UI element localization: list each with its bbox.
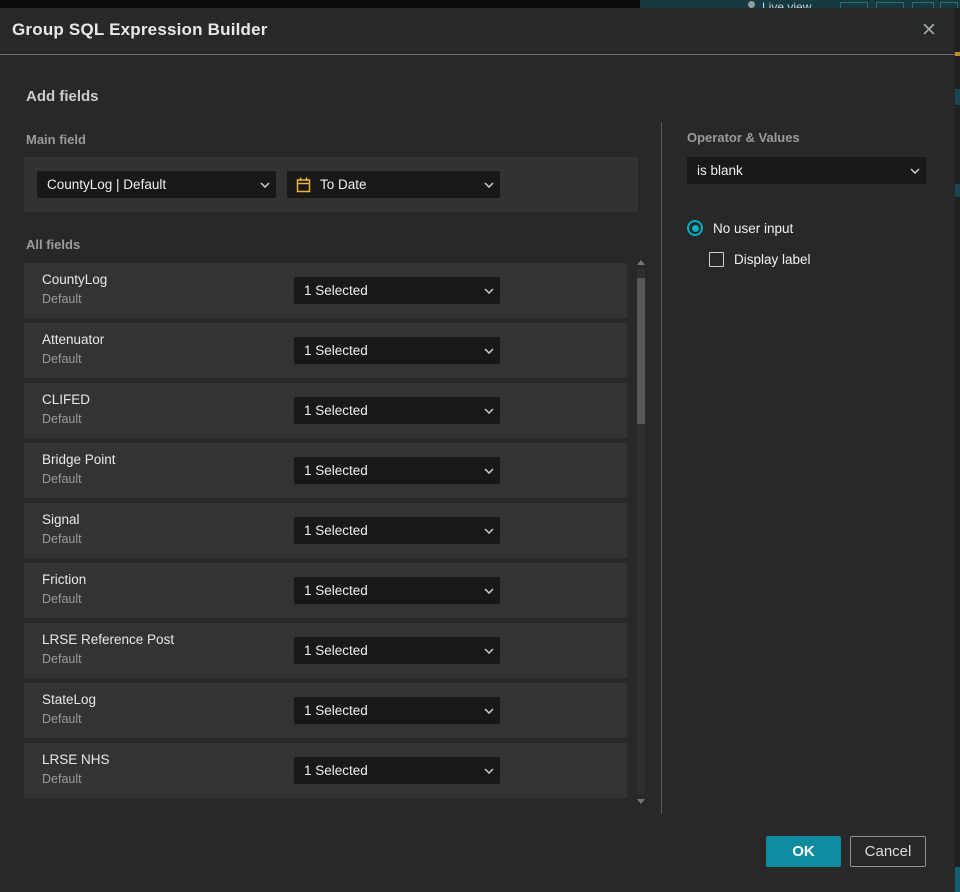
field-name: Friction [42, 572, 87, 587]
field-source: Default [42, 412, 82, 426]
scrollbar-thumb[interactable] [637, 278, 645, 424]
main-field-type-value: To Date [320, 177, 367, 192]
field-row: LRSE Reference Post Default 1 Selected [24, 623, 627, 678]
field-name: Bridge Point [42, 452, 116, 467]
background-teal-block [955, 867, 960, 892]
chevron-down-icon [478, 647, 500, 654]
field-selection-select[interactable]: 1 Selected [294, 397, 500, 424]
calendar-icon [287, 177, 311, 193]
chevron-down-icon [478, 347, 500, 354]
chevron-down-icon [478, 181, 500, 188]
background-teal-block [955, 184, 960, 197]
field-selection-value: 1 Selected [304, 343, 368, 358]
group-sql-expression-builder-dialog: Group SQL Expression Builder ✕ Add field… [0, 8, 955, 892]
chevron-down-icon [478, 407, 500, 414]
add-fields-heading: Add fields [26, 88, 99, 105]
no-user-input-label: No user input [713, 220, 794, 236]
chevron-down-icon [478, 767, 500, 774]
field-row: Attenuator Default 1 Selected [24, 323, 627, 378]
radio-dot-icon [691, 224, 699, 232]
field-row: CLIFED Default 1 Selected [24, 383, 627, 438]
background-toolbar: Live view [640, 0, 960, 8]
close-icon[interactable]: ✕ [917, 18, 941, 42]
field-row: LRSE NHS Default 1 Selected [24, 743, 627, 798]
field-selection-select[interactable]: 1 Selected [294, 637, 500, 664]
field-source: Default [42, 472, 82, 486]
field-selection-value: 1 Selected [304, 583, 368, 598]
field-name: CountyLog [42, 272, 108, 287]
field-row: Bridge Point Default 1 Selected [24, 443, 627, 498]
background-teal-block [955, 89, 960, 105]
field-selection-value: 1 Selected [304, 703, 368, 718]
field-selection-select[interactable]: 1 Selected [294, 757, 500, 784]
field-selection-select[interactable]: 1 Selected [294, 577, 500, 604]
live-view-label: Live view [762, 0, 812, 8]
chevron-down-icon [478, 587, 500, 594]
checkbox-icon [709, 252, 724, 267]
chevron-down-icon [478, 287, 500, 294]
field-name: Signal [42, 512, 80, 527]
main-field-select-value: CountyLog | Default [47, 177, 167, 192]
operator-select[interactable]: is blank [687, 157, 926, 184]
field-row: StateLog Default 1 Selected [24, 683, 627, 738]
operator-values-label: Operator & Values [687, 130, 800, 145]
chevron-down-icon [478, 707, 500, 714]
field-row: Friction Default 1 Selected [24, 563, 627, 618]
chevron-down-icon [478, 467, 500, 474]
display-label-label: Display label [734, 252, 811, 267]
field-selection-select[interactable]: 1 Selected [294, 277, 500, 304]
field-source: Default [42, 712, 82, 726]
dialog-header: Group SQL Expression Builder ✕ [0, 8, 955, 55]
field-name: Attenuator [42, 332, 105, 347]
all-fields-list: CountyLog Default 1 Selected Attenuator … [24, 263, 627, 803]
ok-button[interactable]: OK [766, 836, 841, 867]
fields-scrollbar [636, 258, 646, 804]
field-selection-value: 1 Selected [304, 463, 368, 478]
field-selection-value: 1 Selected [304, 643, 368, 658]
field-source: Default [42, 352, 82, 366]
chevron-down-icon [904, 167, 926, 174]
field-selection-value: 1 Selected [304, 763, 368, 778]
field-source: Default [42, 772, 82, 786]
field-selection-value: 1 Selected [304, 523, 368, 538]
field-selection-select[interactable]: 1 Selected [294, 457, 500, 484]
main-field-container: CountyLog | Default To Date [24, 157, 638, 212]
screen: Live view Group SQL Expression Builder ✕… [0, 0, 960, 892]
scroll-down-icon[interactable] [637, 799, 645, 804]
display-label-checkbox[interactable]: Display label [709, 252, 811, 267]
field-name: LRSE Reference Post [42, 632, 175, 647]
scroll-up-icon[interactable] [637, 260, 645, 265]
main-field-label: Main field [26, 132, 86, 147]
operator-select-value: is blank [697, 163, 743, 178]
all-fields-label: All fields [26, 237, 81, 252]
field-source: Default [42, 532, 82, 546]
field-row: CountyLog Default 1 Selected [24, 263, 627, 318]
field-name: LRSE NHS [42, 752, 110, 767]
radio-icon [687, 220, 703, 236]
cancel-button[interactable]: Cancel [850, 836, 926, 867]
background-toolbar-strip: Live view [0, 0, 960, 8]
panel-divider [661, 122, 662, 814]
main-field-type-select[interactable]: To Date [287, 171, 500, 198]
dialog-title: Group SQL Expression Builder [12, 20, 268, 39]
chevron-down-icon [478, 527, 500, 534]
field-name: StateLog [42, 692, 97, 707]
field-source: Default [42, 592, 82, 606]
field-selection-value: 1 Selected [304, 283, 368, 298]
field-name: CLIFED [42, 392, 91, 407]
field-selection-select[interactable]: 1 Selected [294, 517, 500, 544]
no-user-input-radio[interactable]: No user input [687, 220, 793, 236]
background-right-sliver [955, 8, 960, 892]
chevron-down-icon [254, 181, 276, 188]
field-selection-value: 1 Selected [304, 403, 368, 418]
field-source: Default [42, 292, 82, 306]
field-source: Default [42, 652, 82, 666]
background-accent-dot [955, 52, 960, 56]
field-selection-select[interactable]: 1 Selected [294, 697, 500, 724]
field-selection-select[interactable]: 1 Selected [294, 337, 500, 364]
field-row: Signal Default 1 Selected [24, 503, 627, 558]
main-field-select[interactable]: CountyLog | Default [37, 171, 276, 198]
live-view-dot-icon [748, 1, 755, 8]
